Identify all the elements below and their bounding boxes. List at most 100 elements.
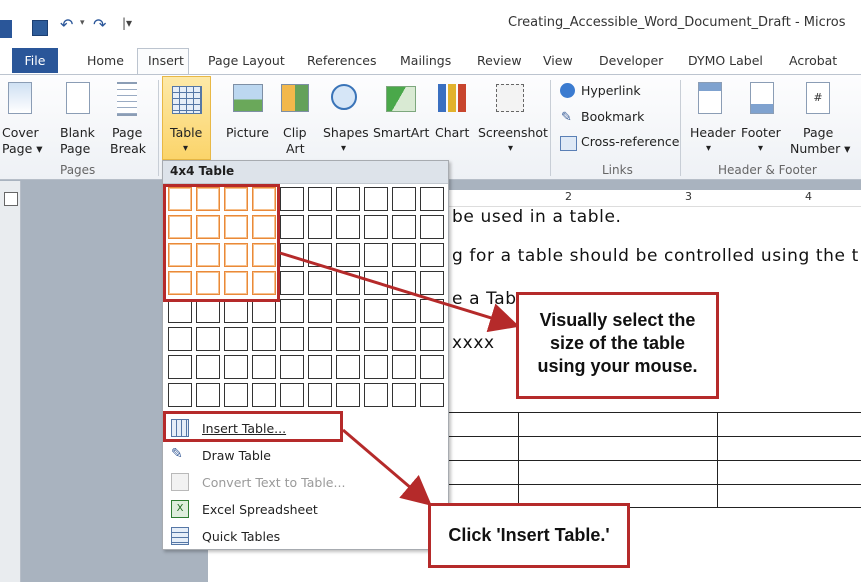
grid-cell[interactable] — [336, 243, 360, 267]
menu-item-excel-spreadsheet[interactable]: X Excel Spreadsheet — [163, 496, 448, 522]
grid-cell[interactable] — [392, 383, 416, 407]
tab-review[interactable]: Review — [477, 53, 522, 68]
tab-page-layout[interactable]: Page Layout — [208, 53, 285, 68]
grid-cell[interactable] — [224, 383, 248, 407]
grid-cell[interactable] — [364, 271, 388, 295]
page-number-label-2[interactable]: Number ▾ — [790, 141, 850, 157]
grid-cell[interactable] — [280, 383, 304, 407]
grid-cell[interactable] — [280, 215, 304, 239]
cross-reference-label[interactable]: Cross-reference — [581, 134, 679, 150]
grid-cell[interactable] — [420, 243, 444, 267]
grid-cell[interactable] — [252, 383, 276, 407]
tab-view[interactable]: View — [543, 53, 573, 68]
grid-cell[interactable] — [252, 355, 276, 379]
grid-cell[interactable] — [308, 383, 332, 407]
grid-cell[interactable] — [420, 299, 444, 323]
bookmark-label[interactable]: Bookmark — [581, 109, 644, 125]
footer-dropdown-arrow[interactable]: ▾ — [758, 141, 763, 157]
tab-mailings[interactable]: Mailings — [400, 53, 451, 68]
grid-cell[interactable] — [392, 271, 416, 295]
grid-cell[interactable] — [392, 299, 416, 323]
vertical-ruler[interactable] — [0, 181, 21, 582]
page-break-label-2[interactable]: Break — [110, 141, 146, 157]
header-label[interactable]: Header — [690, 125, 736, 141]
customize-toolbar-icon[interactable]: |▾ — [122, 16, 132, 30]
grid-cell[interactable] — [196, 299, 220, 323]
grid-cell[interactable] — [420, 271, 444, 295]
page-break-label-1[interactable]: Page — [112, 125, 142, 141]
grid-cell[interactable] — [168, 299, 192, 323]
grid-cell[interactable] — [336, 355, 360, 379]
blank-page-label-1[interactable]: Blank — [60, 125, 95, 141]
blank-page-label-2[interactable]: Page — [60, 141, 90, 157]
grid-cell[interactable] — [308, 355, 332, 379]
grid-cell[interactable] — [196, 327, 220, 351]
grid-cell[interactable] — [224, 327, 248, 351]
hyperlink-label[interactable]: Hyperlink — [581, 83, 641, 99]
tab-dymo-label[interactable]: DYMO Label — [688, 53, 763, 68]
grid-cell[interactable] — [280, 299, 304, 323]
grid-cell[interactable] — [308, 327, 332, 351]
grid-cell[interactable] — [308, 299, 332, 323]
clip-art-label-1[interactable]: Clip — [283, 125, 307, 141]
undo-dropdown-icon[interactable]: ▾ — [80, 18, 85, 28]
page-number-label-1[interactable]: Page — [803, 125, 833, 141]
save-icon[interactable] — [32, 20, 48, 36]
clip-art-label-2[interactable]: Art — [286, 141, 305, 157]
tab-references[interactable]: References — [307, 53, 376, 68]
redo-icon[interactable]: ↷ — [93, 15, 106, 34]
grid-cell[interactable] — [364, 215, 388, 239]
tab-home[interactable]: Home — [87, 53, 124, 68]
grid-cell[interactable] — [196, 383, 220, 407]
shapes-label[interactable]: Shapes — [323, 125, 369, 141]
grid-cell[interactable] — [308, 271, 332, 295]
tab-acrobat[interactable]: Acrobat — [789, 53, 837, 68]
grid-cell[interactable] — [364, 327, 388, 351]
shapes-dropdown-arrow[interactable]: ▾ — [341, 141, 346, 157]
grid-cell[interactable] — [280, 187, 304, 211]
menu-item-draw-table[interactable]: ✎ Draw Table — [163, 442, 448, 468]
word-app-icon[interactable] — [0, 20, 12, 38]
grid-cell[interactable] — [420, 327, 444, 351]
tab-insert[interactable]: Insert — [148, 53, 184, 68]
grid-cell[interactable] — [336, 187, 360, 211]
grid-cell[interactable] — [420, 355, 444, 379]
cover-page-label-1[interactable]: Cover — [2, 125, 39, 141]
grid-cell[interactable] — [364, 299, 388, 323]
grid-cell[interactable] — [168, 355, 192, 379]
grid-cell[interactable] — [392, 187, 416, 211]
grid-cell[interactable] — [224, 299, 248, 323]
screenshot-dropdown-arrow[interactable]: ▾ — [508, 141, 513, 157]
grid-cell[interactable] — [336, 327, 360, 351]
grid-cell[interactable] — [336, 299, 360, 323]
grid-cell[interactable] — [280, 243, 304, 267]
grid-cell[interactable] — [420, 383, 444, 407]
grid-cell[interactable] — [168, 327, 192, 351]
grid-cell[interactable] — [224, 355, 248, 379]
undo-icon[interactable]: ↶ — [60, 15, 73, 34]
chart-label[interactable]: Chart — [435, 125, 469, 141]
grid-cell[interactable] — [392, 355, 416, 379]
footer-label[interactable]: Footer — [741, 125, 781, 141]
grid-cell[interactable] — [336, 215, 360, 239]
tab-developer[interactable]: Developer — [599, 53, 663, 68]
grid-cell[interactable] — [308, 215, 332, 239]
grid-cell[interactable] — [420, 187, 444, 211]
grid-cell[interactable] — [336, 271, 360, 295]
grid-cell[interactable] — [280, 355, 304, 379]
header-dropdown-arrow[interactable]: ▾ — [706, 141, 711, 157]
grid-cell[interactable] — [168, 383, 192, 407]
grid-cell[interactable] — [392, 243, 416, 267]
grid-cell[interactable] — [364, 243, 388, 267]
grid-cell[interactable] — [364, 383, 388, 407]
grid-cell[interactable] — [280, 271, 304, 295]
grid-cell[interactable] — [196, 355, 220, 379]
grid-cell[interactable] — [336, 383, 360, 407]
grid-cell[interactable] — [308, 243, 332, 267]
tab-selector[interactable] — [4, 192, 18, 206]
grid-cell[interactable] — [392, 215, 416, 239]
document-table[interactable] — [449, 412, 861, 508]
grid-cell[interactable] — [252, 299, 276, 323]
grid-cell[interactable] — [420, 215, 444, 239]
grid-cell[interactable] — [392, 327, 416, 351]
